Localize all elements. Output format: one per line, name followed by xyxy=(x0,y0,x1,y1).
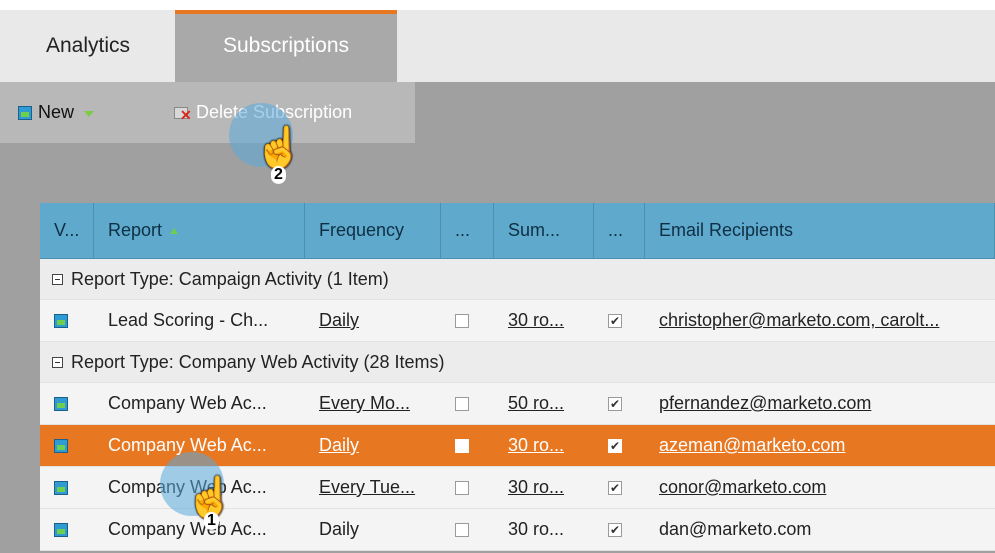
checkbox-cell xyxy=(441,383,494,424)
checkbox[interactable] xyxy=(455,313,469,328)
collapse-icon[interactable] xyxy=(52,356,63,368)
top-strip xyxy=(0,0,995,10)
col-header-col6[interactable]: ... xyxy=(594,203,645,258)
frequency-link[interactable]: Daily xyxy=(305,509,441,550)
summary-link[interactable]: 30 ro... xyxy=(494,300,594,341)
view-cell xyxy=(40,300,94,341)
checkbox[interactable] xyxy=(455,396,469,411)
spacer-band xyxy=(0,143,995,203)
step-number-2: 2 xyxy=(271,166,286,184)
col-header-col4[interactable]: ... xyxy=(441,203,494,258)
checkbox[interactable] xyxy=(455,438,469,453)
group-row-campaign-activity[interactable]: Report Type: Campaign Activity (1 Item) xyxy=(40,259,995,300)
report-icon[interactable] xyxy=(54,480,68,495)
view-cell xyxy=(40,383,94,424)
checkbox[interactable] xyxy=(455,522,469,537)
frequency-link[interactable]: Every Mo... xyxy=(305,383,441,424)
checkbox-checked[interactable] xyxy=(608,313,622,328)
toolbar: New ✕ Delete Subscription xyxy=(0,82,995,143)
view-cell xyxy=(40,509,94,550)
summary-link[interactable]: 30 ro... xyxy=(494,467,594,508)
email-link[interactable]: conor@marketo.com xyxy=(645,467,995,508)
tab-bar: Analytics Subscriptions xyxy=(0,10,995,82)
table-header: V... Report Frequency ... Sum... ... Ema… xyxy=(40,203,995,259)
sort-ascending-icon xyxy=(170,227,179,234)
checkbox-checked[interactable] xyxy=(608,438,622,453)
report-icon[interactable] xyxy=(54,313,68,328)
checkbox-cell xyxy=(594,467,645,508)
report-icon[interactable] xyxy=(54,522,68,537)
delete-icon: ✕ xyxy=(174,106,192,122)
checkbox-checked[interactable] xyxy=(608,480,622,495)
table-row[interactable]: Lead Scoring - Ch... Daily 30 ro... chri… xyxy=(40,300,995,342)
new-label: New xyxy=(38,102,75,122)
table-row[interactable]: Company Web Ac... Every Mo... 50 ro... p… xyxy=(40,383,995,425)
frequency-link[interactable]: Daily xyxy=(305,425,441,466)
col-header-email-recipients[interactable]: Email Recipients xyxy=(645,203,995,258)
new-button[interactable]: New xyxy=(0,82,150,143)
frequency-link[interactable]: Daily xyxy=(305,300,441,341)
step-number-1: 1 xyxy=(204,512,219,530)
col-header-report[interactable]: Report xyxy=(94,203,305,258)
checkbox-cell xyxy=(441,509,494,550)
report-icon[interactable] xyxy=(54,396,68,411)
email-link[interactable]: pfernandez@marketo.com xyxy=(645,383,995,424)
group-row-company-web-activity[interactable]: Report Type: Company Web Activity (28 It… xyxy=(40,342,995,383)
group-label: Report Type: Company Web Activity (28 It… xyxy=(71,351,445,372)
frequency-link[interactable]: Every Tue... xyxy=(305,467,441,508)
summary-link[interactable]: 50 ro... xyxy=(494,383,594,424)
col-header-frequency[interactable]: Frequency xyxy=(305,203,441,258)
col-header-report-label: Report xyxy=(108,220,163,240)
dropdown-arrow-icon xyxy=(84,110,95,117)
report-icon xyxy=(18,105,32,120)
col-header-summary[interactable]: Sum... xyxy=(494,203,594,258)
checkbox-checked[interactable] xyxy=(608,522,622,537)
checkbox-cell xyxy=(594,300,645,341)
report-icon[interactable] xyxy=(54,438,68,453)
report-cell: Lead Scoring - Ch... xyxy=(108,310,269,330)
hand-pointer-icon: ☝ xyxy=(254,126,304,170)
checkbox-cell xyxy=(594,383,645,424)
checkbox-cell xyxy=(441,467,494,508)
subscriptions-table: V... Report Frequency ... Sum... ... Ema… xyxy=(0,203,995,553)
view-cell xyxy=(40,425,94,466)
checkbox-cell xyxy=(594,425,645,466)
view-cell xyxy=(40,467,94,508)
email-link[interactable]: azeman@marketo.com xyxy=(645,425,995,466)
tab-analytics[interactable]: Analytics xyxy=(18,10,158,82)
summary-link[interactable]: 30 ro... xyxy=(494,425,594,466)
tab-subscriptions[interactable]: Subscriptions xyxy=(175,10,397,82)
checkbox-cell xyxy=(441,300,494,341)
col-header-view[interactable]: V... xyxy=(40,203,94,258)
checkbox-cell xyxy=(594,509,645,550)
summary-link[interactable]: 30 ro... xyxy=(494,509,594,550)
report-cell: Company Web Ac... xyxy=(108,393,267,413)
table-row[interactable]: Company Web Ac... Daily 30 ro... dan@mar… xyxy=(40,509,995,551)
email-link[interactable]: dan@marketo.com xyxy=(645,509,995,550)
collapse-icon[interactable] xyxy=(52,273,63,285)
group-label: Report Type: Campaign Activity (1 Item) xyxy=(71,268,389,289)
checkbox-checked[interactable] xyxy=(608,396,622,411)
checkbox[interactable] xyxy=(455,480,469,495)
checkbox-cell xyxy=(441,425,494,466)
email-link[interactable]: christopher@marketo.com, carolt... xyxy=(645,300,995,341)
